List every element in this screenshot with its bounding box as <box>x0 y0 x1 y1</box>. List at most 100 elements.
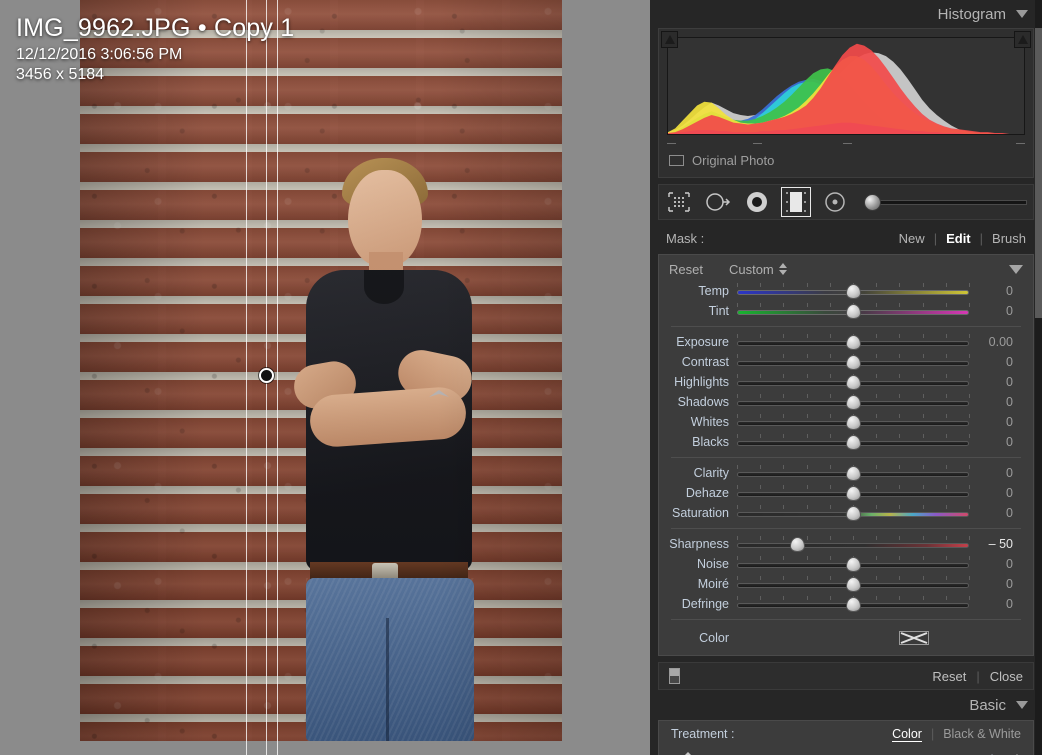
histogram-series-red <box>668 43 1024 134</box>
panel-collapse-icon[interactable] <box>1009 264 1023 274</box>
slider-control[interactable] <box>737 352 970 372</box>
slider-knob[interactable] <box>846 597 861 612</box>
slider-knob[interactable] <box>846 506 861 521</box>
histogram-axis-tick <box>842 143 852 144</box>
slider-label: Clarity <box>693 466 729 480</box>
reset-link[interactable]: Reset <box>669 262 703 277</box>
slider-value[interactable]: 0 <box>969 395 1025 409</box>
chevron-down-icon[interactable] <box>1016 10 1028 18</box>
slider-knob[interactable] <box>846 557 861 572</box>
slider-value[interactable]: 0 <box>969 557 1025 571</box>
slider-control[interactable] <box>737 301 970 321</box>
histogram-svg <box>668 43 1024 134</box>
chevron-down-icon[interactable] <box>1016 701 1028 709</box>
histogram-panel-header[interactable]: Histogram <box>650 0 1042 28</box>
original-photo-label: Original Photo <box>692 153 775 168</box>
mask-bottom-bar: Reset | Close <box>658 662 1034 690</box>
slider-value[interactable]: 0 <box>969 506 1025 520</box>
right-develop-panel: Histogram Original Photo Mask: New | Ed… <box>650 0 1042 755</box>
mask-tool-strip[interactable] <box>658 184 1034 220</box>
slider-knob[interactable] <box>846 284 861 299</box>
mask-amount-track[interactable] <box>876 199 1027 205</box>
slider-control[interactable] <box>737 372 970 392</box>
slider-value[interactable]: 0 <box>969 355 1025 369</box>
slider-control[interactable] <box>737 463 970 483</box>
before-after-toggle-icon[interactable] <box>669 668 680 684</box>
slider-control[interactable] <box>737 412 970 432</box>
slider-track[interactable] <box>737 543 969 548</box>
slider-label: Dehaze <box>685 486 729 500</box>
photo-vignette <box>80 0 562 741</box>
slider-value[interactable]: 0 <box>969 304 1025 318</box>
slider-control[interactable] <box>737 332 970 352</box>
slider-knob[interactable] <box>790 537 806 552</box>
slider-value[interactable]: 0.00 <box>969 335 1025 349</box>
color-swatch-button[interactable] <box>899 631 929 645</box>
radial-gradient-tool[interactable] <box>743 188 771 216</box>
slider-control[interactable] <box>737 483 970 503</box>
histogram-plot[interactable] <box>667 37 1025 135</box>
treatment-color-option[interactable]: Color <box>892 727 922 742</box>
slider-knob[interactable] <box>846 395 861 410</box>
treatment-row: Treatment : Color | Black & White <box>659 721 1033 747</box>
slider-row-shadows: Shadows 0 <box>659 392 1033 412</box>
mask-close-button[interactable]: Close <box>990 669 1023 684</box>
highlight-clipping-indicator[interactable] <box>1014 31 1031 48</box>
slider-label: Exposure <box>676 335 729 349</box>
slider-knob[interactable] <box>846 466 861 481</box>
photo-canvas-area[interactable]: IMG_9962.JPG • Copy 1 12/12/2016 3:06:56… <box>0 0 650 755</box>
color-label: Color <box>699 631 729 645</box>
slider-knob[interactable] <box>846 375 861 390</box>
linear-gradient-tool[interactable] <box>781 187 811 217</box>
original-photo-toggle[interactable]: Original Photo <box>669 153 774 168</box>
panel-scrollbar[interactable] <box>1035 0 1042 755</box>
mask-new-button[interactable]: New <box>899 231 925 246</box>
mask-control-pin[interactable] <box>259 368 274 383</box>
slider-row-saturation: Saturation 0 <box>659 503 1033 523</box>
slider-control[interactable] <box>737 534 970 554</box>
mask-reset-button[interactable]: Reset <box>932 669 966 684</box>
color-row: Color <box>659 625 1033 651</box>
mask-amount-knob[interactable] <box>864 193 881 211</box>
mask-edit-button[interactable]: Edit <box>946 231 971 246</box>
slider-control[interactable] <box>737 594 970 614</box>
slider-row-sharpness: Sharpness – 50 <box>659 534 1033 554</box>
slider-value[interactable]: 0 <box>969 415 1025 429</box>
histogram-axis-ticks <box>667 139 1025 149</box>
slider-knob[interactable] <box>846 486 861 501</box>
slider-value[interactable]: 0 <box>969 597 1025 611</box>
slider-knob[interactable] <box>846 577 861 592</box>
preset-dropdown[interactable]: Custom <box>729 262 787 277</box>
treatment-bw-option[interactable]: Black & White <box>943 727 1021 741</box>
slider-value[interactable]: 0 <box>969 486 1025 500</box>
radial-arrow-tool[interactable] <box>704 188 732 216</box>
select-subject-tool[interactable] <box>665 188 693 216</box>
panel-scrollbar-thumb[interactable] <box>1035 28 1042 318</box>
slider-control[interactable] <box>737 392 970 412</box>
divider <box>671 457 1021 458</box>
slider-knob[interactable] <box>846 355 861 370</box>
mask-amount-slider[interactable] <box>864 193 1027 211</box>
mask-brush-button[interactable]: Brush <box>992 231 1026 246</box>
slider-knob[interactable] <box>846 335 861 350</box>
slider-value[interactable]: 0 <box>969 284 1025 298</box>
shadow-clipping-indicator[interactable] <box>661 31 678 48</box>
slider-control[interactable] <box>737 574 970 594</box>
photo-image[interactable] <box>80 0 562 741</box>
shadow-clipping-triangle-icon <box>664 35 675 44</box>
slider-control[interactable] <box>737 503 970 523</box>
slider-control[interactable] <box>737 281 970 301</box>
original-photo-checkbox[interactable] <box>669 155 684 166</box>
slider-knob[interactable] <box>846 415 861 430</box>
slider-value[interactable]: 0 <box>969 466 1025 480</box>
slider-knob[interactable] <box>846 435 861 450</box>
slider-value[interactable]: 0 <box>969 435 1025 449</box>
slider-knob[interactable] <box>846 304 861 319</box>
brush-tool[interactable] <box>821 188 849 216</box>
slider-value[interactable]: 0 <box>969 577 1025 591</box>
slider-value[interactable]: – 50 <box>969 537 1025 551</box>
basic-panel-header[interactable]: Basic <box>650 690 1042 720</box>
slider-control[interactable] <box>737 554 970 574</box>
slider-control[interactable] <box>737 432 970 452</box>
slider-value[interactable]: 0 <box>969 375 1025 389</box>
